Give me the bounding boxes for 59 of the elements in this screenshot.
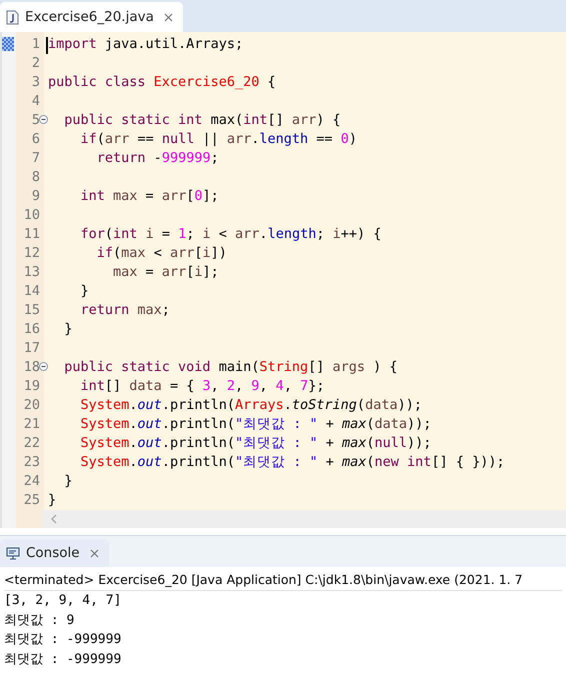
code-line: int[] data = { 3, 2, 9, 4, 7}; (80, 378, 324, 394)
line-number: 14 (24, 282, 40, 298)
line-number: 6 (32, 130, 40, 146)
code-line: } (63, 320, 72, 336)
code-line: System.out.println("최댓값 : " + max(new int[] { })); (80, 452, 505, 470)
line-number: 4 (32, 92, 40, 108)
console-header: <terminated> Excercise6_20 [Java Application] C:\jdk1.8\bin\javaw.exe (2021. 1. 7 (4, 570, 562, 591)
code-line: if(arr == null || arr.length == 0) (80, 130, 357, 146)
code-line: int max = arr[0]; (80, 188, 219, 204)
monitor-icon (6, 546, 20, 560)
console-output-line: 최댓값 : -999999 (4, 650, 122, 668)
line-number: 11 (24, 226, 40, 242)
code-line: return -999999; (96, 150, 219, 166)
line-number: 3 (32, 74, 40, 90)
line-number: 12 (24, 244, 40, 260)
line-number: 1 (32, 36, 40, 52)
line-number: 24 (24, 472, 40, 488)
collapse-icon[interactable] (39, 362, 48, 371)
code-line: System.out.println("최댓값 : " + max(null)); (80, 434, 432, 452)
code-line: max = arr[i]; (112, 264, 219, 280)
console-output-line: 최댓값 : -999999 (4, 631, 122, 649)
line-number: 8 (32, 168, 40, 184)
line-number: 17 (24, 340, 40, 356)
close-icon[interactable] (90, 548, 99, 558)
line-number: 22 (24, 434, 40, 450)
marker-icon (2, 36, 14, 50)
line-number: 25 (24, 492, 40, 508)
editor-tab[interactable]: Excercise6_20.java (0, 2, 183, 32)
code-line: return max; (80, 302, 170, 318)
line-number: 7 (32, 150, 40, 166)
code-line: public static int max(int[] arr) { (63, 112, 341, 128)
code-line: for(int i = 1; i < arr.length; i++) { (80, 226, 382, 242)
code-line: if(max < arr[i]) (96, 244, 227, 260)
line-number: 5 (32, 112, 40, 128)
code-line: System.out.println("최댓값 : " + max(data)); (80, 414, 432, 432)
collapse-icon[interactable] (39, 115, 48, 124)
code-line: } (48, 492, 56, 508)
line-number: 9 (32, 188, 40, 204)
line-number: 16 (24, 320, 40, 336)
line-number: 13 (24, 264, 40, 280)
code-line: public class Excercise6_20 { (48, 74, 276, 90)
line-number: 10 (24, 206, 40, 222)
line-number: 2 (32, 54, 40, 70)
console-tab[interactable]: Console (0, 539, 109, 567)
line-number: 19 (24, 378, 40, 394)
line-number: 20 (24, 396, 40, 412)
code-line: System.out.println(Arrays.toString(data)); (80, 396, 422, 412)
code-line: } (80, 282, 89, 298)
java-file-icon (6, 10, 19, 24)
code-line: } (63, 472, 72, 488)
line-number: 18 (24, 358, 40, 374)
code-line: import java.util.Arrays; (48, 36, 244, 52)
close-icon[interactable] (164, 12, 173, 22)
console-output-line: [3, 2, 9, 4, 7] (4, 592, 122, 610)
line-number: 23 (24, 454, 40, 470)
line-number: 15 (24, 302, 40, 318)
code-line: public static void main(String[] args ) { (63, 358, 398, 374)
console-output-line: 최댓값 : 9 (4, 612, 76, 630)
line-number: 21 (24, 416, 40, 432)
